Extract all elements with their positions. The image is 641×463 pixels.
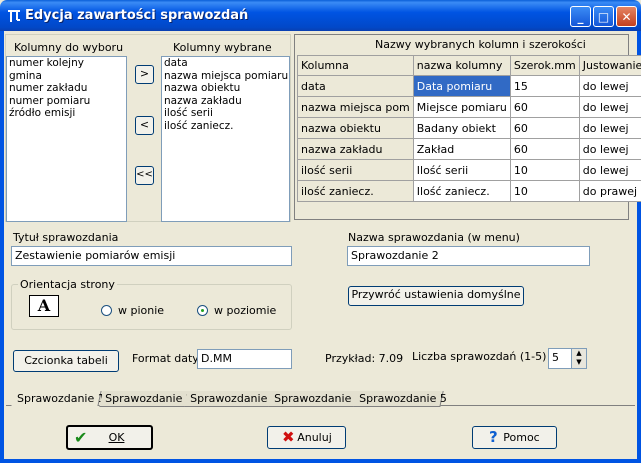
grid-cell: nazwa zakładu: [297, 138, 414, 160]
portrait-radio[interactable]: [101, 305, 112, 316]
available-columns-list[interactable]: numer kolejny gmina numer zakładu numer pom…: [6, 56, 127, 222]
tab-report-3[interactable]: Sprawozdanie 3: [184, 391, 278, 407]
table-row[interactable]: nazwa miejsca pom Miejsce pomiaru 60 do lew…: [297, 96, 641, 118]
portrait-label: w pionie: [118, 304, 165, 317]
table-font-button[interactable]: Czcionka tabeli: [13, 350, 119, 372]
grid-title: Nazwy wybranych kolumn i szerokości: [375, 38, 586, 51]
tab-report-1[interactable]: Sprawozdanie 1: [11, 391, 105, 406]
grid-cell[interactable]: do lewej: [578, 75, 641, 97]
grid-cell: ilość zaniecz.: [297, 180, 414, 202]
list-item[interactable]: nazwa zakładu: [162, 95, 289, 108]
table-row[interactable]: data Data pomiaru 15 do lewej: [297, 75, 641, 97]
help-label: Pomoc: [503, 431, 540, 444]
grid-cell[interactable]: do lewej: [578, 138, 641, 160]
tab-report-2[interactable]: Sprawozdanie 2: [99, 391, 193, 407]
grid-cell: data: [297, 75, 414, 97]
orientation-label: Orientacja strony: [18, 278, 117, 291]
tab-report-4[interactable]: Sprawozdanie 4: [268, 391, 362, 407]
grid-cell[interactable]: Ilość serii: [412, 159, 511, 181]
list-item[interactable]: numer pomiaru: [7, 95, 126, 108]
grid-cell[interactable]: Miejsce pomiaru: [412, 96, 511, 118]
landscape-label: w poziomie: [214, 304, 277, 317]
list-item[interactable]: ilość zaniecz.: [162, 120, 289, 133]
grid-cell[interactable]: do prawej: [578, 180, 641, 202]
title-bar[interactable]: Edycja zawartości sprawozdań _ □ ✕: [0, 0, 641, 31]
remove-column-button[interactable]: <: [135, 116, 154, 135]
date-format-input[interactable]: D.MM: [197, 349, 292, 369]
tab-label: Sprawozdanie 5: [359, 392, 447, 405]
maximize-button[interactable]: □: [593, 6, 614, 27]
app-icon: [6, 8, 22, 24]
grid-header-cell: Kolumna: [297, 55, 414, 76]
column-grid[interactable]: Nazwy wybranych kolumn i szerokości Kolu…: [294, 34, 641, 220]
grid-cell[interactable]: do lewej: [578, 159, 641, 181]
list-item[interactable]: numer zakładu: [7, 82, 126, 95]
selected-columns-label: Kolumny wybrane: [173, 41, 272, 54]
list-item[interactable]: gmina: [7, 70, 126, 83]
tab-report-5[interactable]: Sprawozdanie 5: [353, 391, 447, 407]
grid-cell[interactable]: Zakład: [412, 138, 511, 160]
window-title: Edycja zawartości sprawozdań: [25, 8, 249, 23]
date-example-text: Przykład: 7.09: [325, 352, 404, 365]
report-title-input[interactable]: Zestawienie pomiarów emisji: [11, 246, 292, 266]
report-name-label: Nazwa sprawozdania (w menu): [348, 231, 520, 244]
tab-label: Sprawozdanie 1: [17, 392, 105, 405]
report-name-input[interactable]: Sprawozdanie 2: [347, 246, 590, 266]
grid-cell[interactable]: 10: [509, 180, 580, 202]
grid-cell[interactable]: 60: [509, 117, 580, 139]
cancel-button[interactable]: ✖ Anuluj: [267, 426, 346, 449]
table-row[interactable]: ilość zaniecz. Ilość zaniecz. 10 do prawej: [297, 180, 641, 202]
list-item[interactable]: nazwa miejsca pomiaru: [162, 70, 289, 83]
tab-label: Sprawozdanie 3: [190, 392, 278, 405]
restore-defaults-button[interactable]: Przywróć ustawienia domyślne: [348, 286, 524, 306]
selected-columns-list[interactable]: data nazwa miejsca pomiaru nazwa obiektu na…: [161, 56, 290, 222]
grid-cell[interactable]: 60: [509, 138, 580, 160]
grid-cell[interactable]: Ilość zaniecz.: [412, 180, 511, 202]
page-orientation-icon: A: [29, 295, 59, 317]
grid-header-cell: Szerok.mm: [509, 55, 580, 76]
minimize-button[interactable]: _: [570, 6, 591, 27]
check-icon: ✔: [74, 428, 88, 447]
close-button[interactable]: ✕: [616, 6, 637, 27]
column-table[interactable]: Kolumna nazwa kolumny Szerok.mm Justowanie d…: [297, 55, 641, 202]
cancel-label: Anuluj: [297, 431, 332, 444]
date-format-label: Format daty: [132, 352, 199, 365]
grid-cell: nazwa obiektu: [297, 117, 414, 139]
add-column-button[interactable]: >: [135, 65, 154, 84]
x-icon: ✖: [282, 428, 295, 446]
ok-label: OK: [108, 431, 125, 444]
grid-cell[interactable]: Badany obiekt: [412, 117, 511, 139]
table-row[interactable]: ilość serii Ilość serii 10 do lewej: [297, 159, 641, 181]
list-item[interactable]: ilość serii: [162, 107, 289, 120]
grid-header-cell: Justowanie: [578, 55, 641, 76]
help-button[interactable]: ? Pomoc: [472, 426, 557, 449]
grid-cell[interactable]: 15: [509, 75, 580, 97]
grid-cell: ilość serii: [297, 159, 414, 181]
table-row[interactable]: nazwa obiektu Badany obiekt 60 do lewej: [297, 117, 641, 139]
tab-label: Sprawozdanie 2: [105, 392, 193, 405]
available-columns-label: Kolumny do wyboru: [14, 41, 124, 54]
help-icon: ?: [489, 428, 498, 446]
report-count-input[interactable]: 5: [548, 348, 572, 369]
grid-cell[interactable]: do lewej: [578, 117, 641, 139]
grid-cell: nazwa miejsca pom: [297, 96, 414, 118]
grid-header-row: Kolumna nazwa kolumny Szerok.mm Justowanie: [297, 55, 641, 76]
landscape-radio[interactable]: [197, 305, 208, 316]
grid-cell[interactable]: Data pomiaru: [412, 75, 511, 97]
grid-cell[interactable]: 10: [509, 159, 580, 181]
list-item[interactable]: źródło emisji: [7, 107, 126, 120]
grid-cell[interactable]: 60: [509, 96, 580, 118]
ok-button[interactable]: ✔ OK: [66, 425, 153, 450]
remove-all-columns-button[interactable]: <<: [135, 166, 154, 185]
grid-header-cell: nazwa kolumny: [412, 55, 511, 76]
tab-label: Sprawozdanie 4: [274, 392, 362, 405]
list-item[interactable]: nazwa obiektu: [162, 82, 289, 95]
grid-cell[interactable]: do lewej: [578, 96, 641, 118]
report-count-spinner[interactable]: ▲ ▼: [571, 348, 587, 369]
list-item[interactable]: numer kolejny: [7, 57, 126, 70]
report-title-label: Tytuł sprawozdania: [13, 231, 119, 244]
report-count-label: Liczba sprawozdań (1-5): [412, 350, 547, 363]
table-row[interactable]: nazwa zakładu Zakład 60 do lewej: [297, 138, 641, 160]
list-item[interactable]: data: [162, 57, 289, 70]
